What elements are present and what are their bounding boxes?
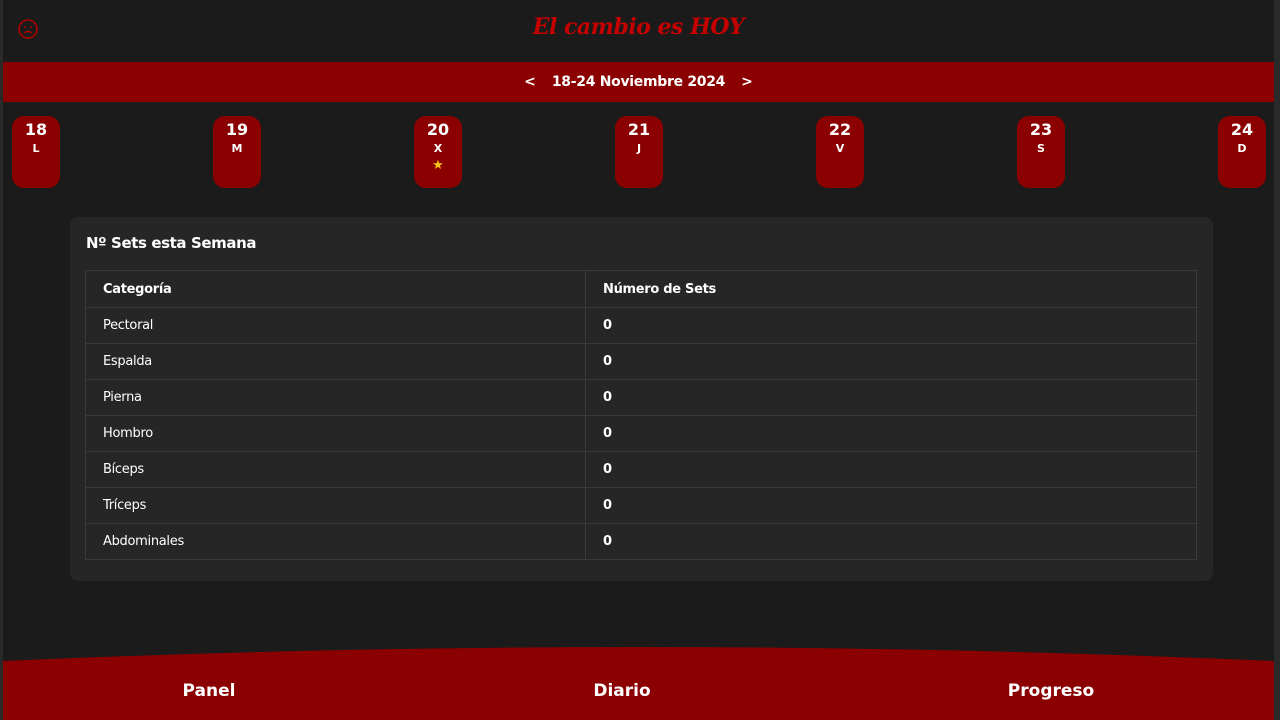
table-header-row: Categoría Número de Sets <box>85 270 1197 308</box>
header: El cambio es HOY <box>3 0 1274 62</box>
column-header-category: Categoría <box>85 270 586 308</box>
week-navigator: < 18-24 Noviembre 2024 > <box>3 62 1274 102</box>
day-letter: D <box>1237 142 1247 155</box>
day-button[interactable]: 23 S <box>1017 116 1065 188</box>
table-row: Pectoral 0 <box>85 307 1197 344</box>
week-range-label: 18-24 Noviembre 2024 <box>551 74 726 90</box>
day-number: 24 <box>1230 120 1254 139</box>
table-row: Tríceps 0 <box>85 487 1197 524</box>
category-cell: Pierna <box>85 379 586 416</box>
star-icon: ★ <box>432 158 444 173</box>
day-letter: M <box>231 142 243 155</box>
next-week-button[interactable]: > <box>737 74 757 90</box>
category-cell: Hombro <box>85 415 586 452</box>
sets-cell: 0 <box>585 343 1197 380</box>
day-number: 19 <box>225 120 249 139</box>
sets-cell: 0 <box>585 379 1197 416</box>
column-header-sets: Número de Sets <box>585 270 1197 308</box>
table-row: Espalda 0 <box>85 343 1197 380</box>
category-cell: Espalda <box>85 343 586 380</box>
category-cell: Pectoral <box>85 307 586 344</box>
sets-table: Categoría Número de Sets Pectoral 0 Espa… <box>85 270 1197 560</box>
category-cell: Bíceps <box>85 451 586 488</box>
day-button[interactable]: 22 V <box>816 116 864 188</box>
day-number: 22 <box>828 120 852 139</box>
day-selector: 18 L 19 M 20 X ★ 21 J 22 V 23 S 24 D <box>3 116 1274 188</box>
day-letter: X <box>433 142 443 155</box>
day-number: 23 <box>1029 120 1053 139</box>
day-number: 21 <box>627 120 651 139</box>
prev-week-button[interactable]: < <box>520 74 540 90</box>
day-letter: V <box>835 142 845 155</box>
app-frame: El cambio es HOY < 18-24 Noviembre 2024 … <box>0 0 1280 720</box>
day-letter: L <box>32 142 40 155</box>
nav-panel[interactable]: Panel <box>183 681 236 701</box>
table-row: Hombro 0 <box>85 415 1197 452</box>
day-button-today[interactable]: 20 X ★ <box>414 116 462 188</box>
day-button[interactable]: 24 D <box>1218 116 1266 188</box>
day-letter: S <box>1037 142 1045 155</box>
weekly-sets-card: Nº Sets esta Semana Categoría Número de … <box>70 217 1213 581</box>
sets-cell: 0 <box>585 415 1197 452</box>
day-letter: J <box>636 142 642 155</box>
day-number: 18 <box>24 120 48 139</box>
card-title: Nº Sets esta Semana <box>86 234 257 252</box>
table-row: Pierna 0 <box>85 379 1197 416</box>
category-cell: Tríceps <box>85 487 586 524</box>
sets-cell: 0 <box>585 523 1197 560</box>
day-button[interactable]: 18 L <box>12 116 60 188</box>
day-button[interactable]: 21 J <box>615 116 663 188</box>
bottom-nav: Panel Diario Progreso <box>3 645 1274 720</box>
nav-diario[interactable]: Diario <box>593 681 650 701</box>
sets-cell: 0 <box>585 451 1197 488</box>
nav-progreso[interactable]: Progreso <box>1008 681 1094 701</box>
day-button[interactable]: 19 M <box>213 116 261 188</box>
day-number: 20 <box>426 120 450 139</box>
table-row: Abdominales 0 <box>85 523 1197 560</box>
sets-cell: 0 <box>585 307 1197 344</box>
category-cell: Abdominales <box>85 523 586 560</box>
table-row: Bíceps 0 <box>85 451 1197 488</box>
sets-cell: 0 <box>585 487 1197 524</box>
app-title: El cambio es HOY <box>532 14 745 40</box>
